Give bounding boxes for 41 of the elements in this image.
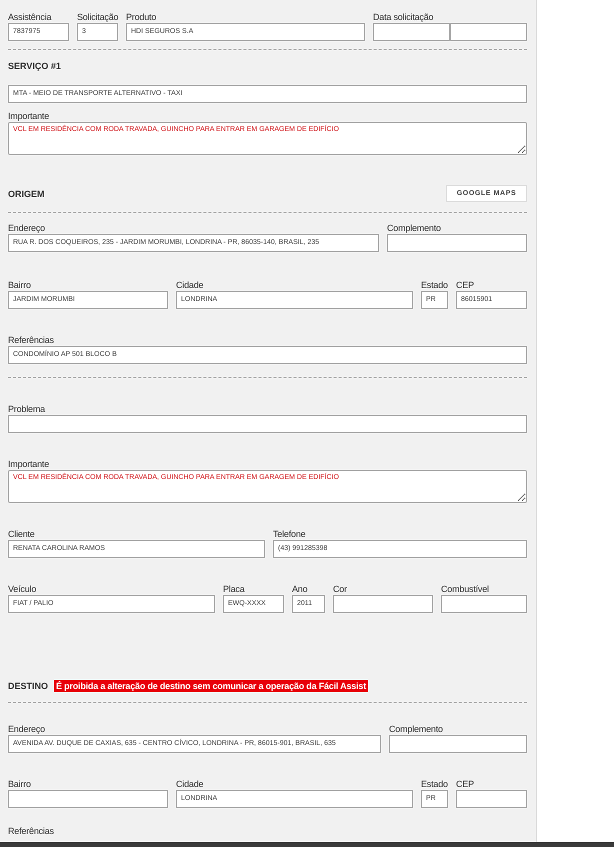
field-label: Produto	[126, 12, 158, 23]
field-label: Solicitação	[77, 12, 118, 23]
input-field[interactable]	[450, 23, 527, 41]
field-label: Importante	[8, 459, 50, 470]
field-label: Complemento	[387, 223, 442, 234]
field-label: Placa	[223, 584, 246, 595]
field-label: Endereço	[8, 223, 46, 234]
field-label: Bairro	[8, 779, 32, 790]
field-label: Cor	[333, 584, 348, 595]
field-label: Assistência	[8, 12, 52, 23]
field-label: Cliente	[8, 529, 36, 540]
input-field[interactable]	[441, 595, 527, 613]
field-label: Referências	[8, 826, 55, 837]
input-field[interactable]	[387, 234, 527, 252]
field-label: CEP	[456, 280, 475, 291]
field-label: Veículo	[8, 584, 38, 595]
input-field[interactable]	[373, 23, 450, 41]
input-field[interactable]	[8, 790, 168, 808]
field-label: Ano	[292, 584, 308, 595]
field-label: Complemento	[389, 724, 444, 735]
warning-banner: É proibida a alteração de destino sem comunicar a operação da Fácil Assist	[54, 680, 368, 692]
input-field[interactable]	[8, 415, 527, 433]
field-label: Bairro	[8, 280, 32, 291]
field-label: CEP	[456, 779, 475, 790]
field-label: Importante	[8, 111, 50, 122]
section-title: ORIGEM	[8, 188, 45, 200]
field-label: Problema	[8, 404, 46, 415]
input-field[interactable]	[456, 790, 527, 808]
field-label: Cidade	[176, 779, 204, 790]
section-title: SERVIÇO #1	[8, 60, 61, 72]
field-label: Data solicitação	[373, 12, 434, 23]
field-label: Referências	[8, 335, 55, 346]
field-label: Cidade	[176, 280, 204, 291]
field-label: Endereço	[8, 724, 46, 735]
input-field[interactable]	[389, 735, 527, 753]
field-label: Estado	[421, 779, 448, 790]
field-label: Estado	[421, 280, 448, 291]
field-label: Combustível	[441, 584, 490, 595]
input-field[interactable]	[333, 595, 433, 613]
field-label: Telefone	[273, 529, 306, 540]
section-title: DESTINO	[8, 680, 48, 692]
